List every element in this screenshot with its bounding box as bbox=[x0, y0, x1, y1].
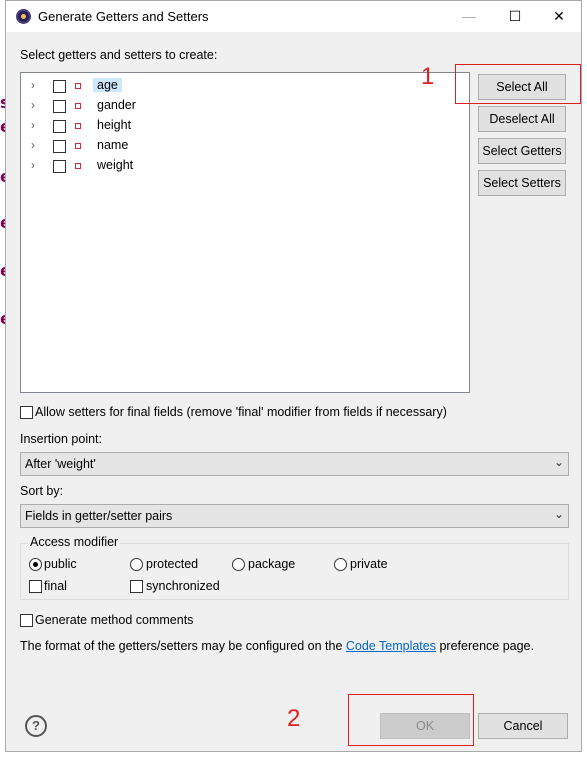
annotation-box-2 bbox=[348, 694, 474, 746]
field-name: weight bbox=[97, 158, 134, 172]
maximize-icon[interactable]: ☐ bbox=[492, 1, 538, 32]
annotation-number-1: 1 bbox=[421, 63, 435, 90]
field-checkbox[interactable] bbox=[53, 120, 66, 133]
field-checkbox[interactable] bbox=[53, 160, 66, 173]
synchronized-checkbox[interactable] bbox=[130, 580, 143, 593]
format-note-suffix: preference page. bbox=[435, 639, 534, 653]
allow-setters-label: Allow setters for final fields (remove '… bbox=[35, 405, 447, 419]
field-icon bbox=[75, 83, 81, 89]
deselect-all-button[interactable]: Deselect All bbox=[478, 106, 566, 132]
field-icon bbox=[75, 143, 81, 149]
format-note: The format of the getters/setters may be… bbox=[20, 639, 534, 653]
protected-radio[interactable] bbox=[130, 558, 143, 571]
select-setters-button[interactable]: Select Setters bbox=[478, 170, 566, 196]
final-label: final bbox=[44, 579, 67, 593]
sort-by-select[interactable]: Fields in getter/setter pairs ⌄ bbox=[20, 504, 569, 528]
package-label: package bbox=[248, 557, 296, 571]
access-modifier-title: Access modifier bbox=[28, 535, 121, 549]
generate-comments-label: Generate method comments bbox=[35, 613, 194, 627]
field-checkbox[interactable] bbox=[53, 80, 66, 93]
tree-row[interactable]: › name bbox=[21, 136, 469, 156]
format-note-text: The format of the getters/setters may be… bbox=[20, 639, 346, 653]
insertion-point-value: After 'weight' bbox=[25, 457, 96, 471]
field-name: gander bbox=[97, 98, 136, 112]
close-icon[interactable]: ✕ bbox=[536, 1, 582, 32]
tree-row[interactable]: › weight bbox=[21, 156, 469, 176]
eclipse-icon bbox=[16, 9, 31, 24]
select-getters-button[interactable]: Select Getters bbox=[478, 138, 566, 164]
package-radio[interactable] bbox=[232, 558, 245, 571]
code-templates-link[interactable]: Code Templates bbox=[346, 639, 436, 653]
fields-tree[interactable]: › age › gander › height › name › weight bbox=[20, 72, 470, 393]
allow-setters-checkbox[interactable] bbox=[20, 406, 33, 419]
public-label: public bbox=[44, 557, 77, 571]
field-icon bbox=[75, 123, 81, 129]
chevron-down-icon: ⌄ bbox=[553, 455, 564, 469]
tree-row[interactable]: › age bbox=[21, 76, 469, 96]
tree-row[interactable]: › gander bbox=[21, 96, 469, 116]
chevron-right-icon[interactable]: › bbox=[31, 118, 35, 132]
minimize-icon[interactable]: — bbox=[446, 1, 492, 32]
public-radio[interactable] bbox=[29, 558, 42, 571]
field-name: height bbox=[97, 118, 132, 132]
dialog-title: Generate Getters and Setters bbox=[38, 9, 209, 24]
protected-label: protected bbox=[146, 557, 199, 571]
cancel-button[interactable]: Cancel bbox=[478, 713, 568, 739]
field-checkbox[interactable] bbox=[53, 140, 66, 153]
final-checkbox[interactable] bbox=[29, 580, 42, 593]
tree-row[interactable]: › height bbox=[21, 116, 469, 136]
insertion-point-label: Insertion point: bbox=[20, 432, 102, 446]
field-icon bbox=[75, 163, 81, 169]
private-radio[interactable] bbox=[334, 558, 347, 571]
private-label: private bbox=[350, 557, 388, 571]
access-modifier-group bbox=[20, 543, 569, 600]
field-checkbox[interactable] bbox=[53, 100, 66, 113]
sort-by-label: Sort by: bbox=[20, 484, 64, 498]
sort-by-value: Fields in getter/setter pairs bbox=[25, 509, 173, 523]
generate-comments-checkbox[interactable] bbox=[20, 614, 33, 627]
field-icon bbox=[75, 103, 81, 109]
title-bar: Generate Getters and Setters — ☐ ✕ bbox=[6, 1, 581, 32]
instruction-label: Select getters and setters to create: bbox=[20, 48, 218, 62]
chevron-right-icon[interactable]: › bbox=[31, 158, 35, 172]
chevron-down-icon: ⌄ bbox=[553, 507, 564, 521]
annotation-box-1 bbox=[455, 64, 581, 104]
chevron-right-icon[interactable]: › bbox=[31, 138, 35, 152]
help-icon[interactable]: ? bbox=[25, 715, 47, 737]
chevron-right-icon[interactable]: › bbox=[31, 98, 35, 112]
annotation-number-2: 2 bbox=[287, 705, 301, 732]
insertion-point-select[interactable]: After 'weight' ⌄ bbox=[20, 452, 569, 476]
chevron-right-icon[interactable]: › bbox=[31, 78, 35, 92]
field-name: name bbox=[97, 138, 129, 152]
synchronized-label: synchronized bbox=[146, 579, 220, 593]
generate-getters-setters-dialog: Generate Getters and Setters — ☐ ✕ Selec… bbox=[5, 0, 582, 752]
field-name: age bbox=[93, 78, 122, 92]
